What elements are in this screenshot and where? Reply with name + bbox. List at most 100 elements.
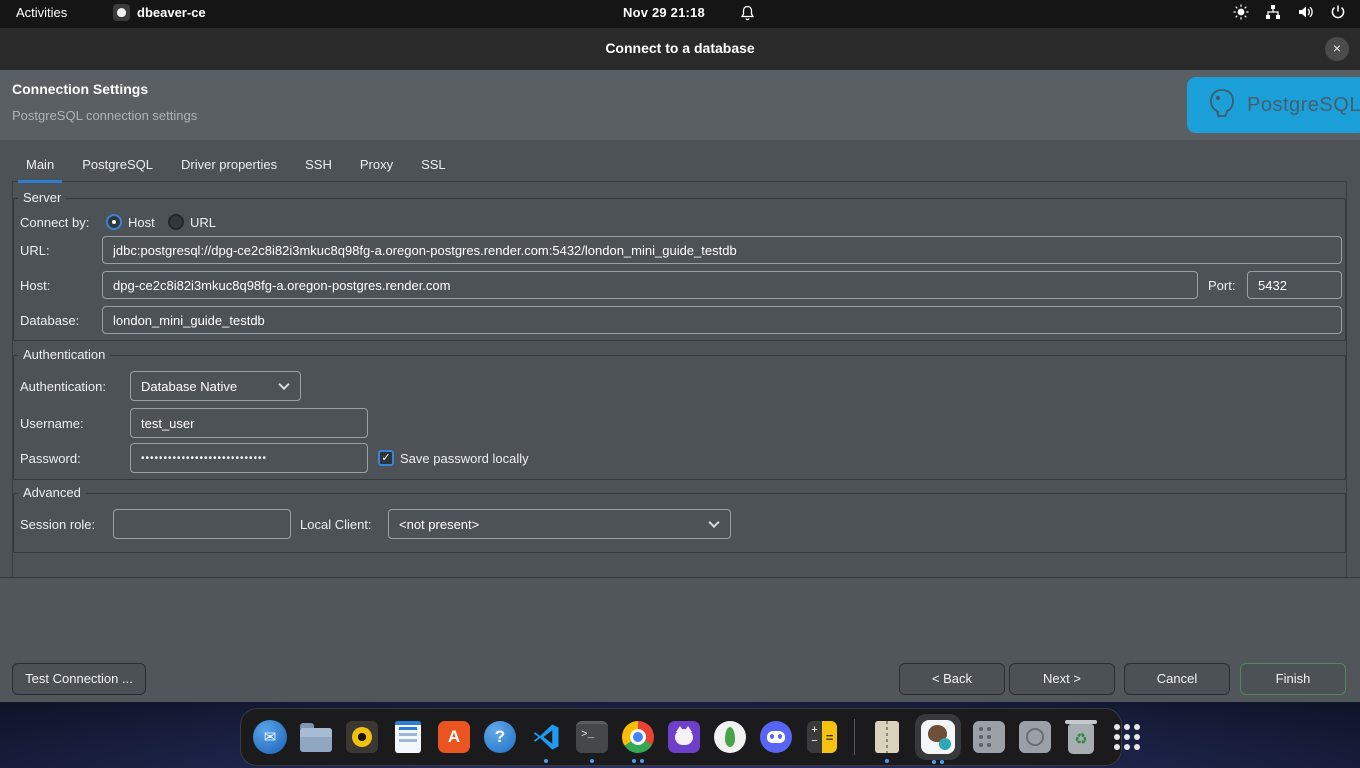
network-icon — [1265, 4, 1281, 20]
rhythmbox-icon — [346, 721, 378, 753]
dock-separator — [854, 719, 855, 755]
power-icon — [1330, 4, 1346, 20]
cancel-button[interactable]: Cancel — [1124, 663, 1230, 695]
postgresql-elephant-icon — [1205, 86, 1239, 125]
dock-item-trash[interactable]: ♻ — [1063, 719, 1099, 755]
dock-item-files[interactable] — [298, 719, 334, 755]
terminal-icon: >_ — [576, 721, 608, 753]
dock-item-ubuntu-software[interactable]: A — [436, 719, 472, 755]
password-input[interactable] — [130, 443, 368, 473]
postgresql-logo: PostgreSQL — [1187, 77, 1360, 133]
authentication-dropdown[interactable]: Database Native — [130, 371, 301, 401]
chevron-down-icon — [708, 517, 719, 528]
notification-bell-icon — [740, 5, 755, 21]
vscode-icon — [531, 722, 561, 752]
port-label: Port: — [1208, 278, 1235, 293]
url-input[interactable] — [102, 236, 1342, 264]
dock-item-dbeaver[interactable] — [915, 714, 961, 760]
connect-by-label: Connect by: — [20, 215, 89, 230]
chevron-down-icon — [278, 379, 289, 390]
next-button[interactable]: Next > — [1009, 663, 1115, 695]
save-password-checkbox[interactable]: ✓ — [378, 450, 394, 466]
github-icon — [668, 721, 700, 753]
host-label: Host: — [20, 278, 50, 293]
system-tray[interactable] — [1233, 4, 1346, 20]
tab-main[interactable]: Main — [12, 152, 68, 181]
app-grid-icon — [1114, 724, 1140, 750]
dock-item-calculator[interactable]: +−= — [804, 719, 840, 755]
dock-item-rhythmbox[interactable] — [344, 719, 380, 755]
dock-item-chrome[interactable] — [620, 719, 656, 755]
server-group-legend: Server — [18, 190, 66, 205]
radio-url-label[interactable]: URL — [190, 215, 216, 230]
tab-driver-properties[interactable]: Driver properties — [167, 152, 291, 181]
tab-proxy[interactable]: Proxy — [346, 152, 407, 181]
back-button[interactable]: < Back — [899, 663, 1005, 695]
dialog-title: Connect to a database — [0, 40, 1360, 56]
finish-button[interactable]: Finish — [1240, 663, 1346, 695]
calculator-icon: +−= — [807, 721, 837, 753]
dock-item-list-app[interactable] — [971, 719, 1007, 755]
tab-ssh[interactable]: SSH — [291, 152, 346, 181]
mongodb-icon — [714, 721, 746, 753]
session-role-label: Session role: — [20, 517, 95, 532]
help-icon: ? — [484, 721, 516, 753]
activities-button[interactable]: Activities — [16, 5, 67, 20]
local-client-dropdown[interactable]: <not present> — [388, 509, 731, 539]
dock-item-app-grid[interactable] — [1109, 719, 1145, 755]
test-connection-button[interactable]: Test Connection ... — [12, 663, 146, 695]
username-input[interactable] — [130, 408, 368, 438]
dialog-titlebar: Connect to a database × — [0, 28, 1360, 70]
wizard-header: Connection Settings PostgreSQL connectio… — [0, 70, 1360, 140]
archive-icon — [875, 721, 899, 753]
files-icon — [300, 728, 332, 752]
screen: Activities dbeaver-ce Nov 29 21:18 Conne… — [0, 0, 1360, 768]
database-input[interactable] — [102, 306, 1342, 334]
close-button[interactable]: × — [1325, 37, 1349, 61]
system-top-bar: Activities dbeaver-ce Nov 29 21:18 — [0, 0, 1360, 28]
save-password-label[interactable]: Save password locally — [400, 451, 529, 466]
username-label: Username: — [20, 416, 84, 431]
radio-host[interactable] — [106, 214, 122, 230]
local-client-value: <not present> — [399, 517, 479, 532]
authentication-value: Database Native — [141, 379, 237, 394]
dock-item-thunderbird[interactable]: ✉ — [252, 719, 288, 755]
dock-item-disks[interactable] — [1017, 719, 1053, 755]
thunderbird-icon: ✉ — [253, 720, 287, 754]
trash-icon: ♻ — [1068, 724, 1094, 754]
host-input[interactable] — [102, 271, 1198, 299]
database-label: Database: — [20, 313, 79, 328]
dock-item-terminal[interactable]: >_ — [574, 719, 610, 755]
list-app-icon — [973, 721, 1005, 753]
password-label: Password: — [20, 451, 81, 466]
tab-bar: Main PostgreSQL Driver properties SSH Pr… — [12, 152, 1347, 182]
authentication-group-legend: Authentication — [18, 347, 110, 362]
desktop-background: ✉ A ? >_ +−= ♻ — [0, 702, 1360, 768]
dock-item-mongodb[interactable] — [712, 719, 748, 755]
dock-item-help[interactable]: ? — [482, 719, 518, 755]
dock-item-libreoffice-writer[interactable] — [390, 719, 426, 755]
brightness-icon — [1233, 4, 1249, 20]
radio-host-label[interactable]: Host — [128, 215, 155, 230]
app-menu-label: dbeaver-ce — [137, 5, 206, 20]
radio-url[interactable] — [168, 214, 184, 230]
authentication-label: Authentication: — [20, 379, 106, 394]
port-input[interactable] — [1247, 271, 1342, 299]
advanced-group-legend: Advanced — [18, 485, 86, 500]
session-role-input[interactable] — [113, 509, 291, 539]
tab-postgresql[interactable]: PostgreSQL — [68, 152, 167, 181]
dock-item-archive-manager[interactable] — [869, 719, 905, 755]
dock: ✉ A ? >_ +−= ♻ — [240, 708, 1122, 766]
dock-item-github-desktop[interactable] — [666, 719, 702, 755]
url-label: URL: — [20, 243, 50, 258]
chrome-icon — [622, 721, 654, 753]
disks-icon — [1019, 721, 1051, 753]
app-menu[interactable]: dbeaver-ce — [113, 4, 206, 21]
clock-label[interactable]: Nov 29 21:18 — [623, 5, 705, 20]
dock-item-discord[interactable] — [758, 719, 794, 755]
dock-item-vscode[interactable] — [528, 719, 564, 755]
local-client-label: Local Client: — [300, 517, 372, 532]
postgresql-logo-text: PostgreSQL — [1247, 94, 1360, 117]
tab-ssl[interactable]: SSL — [407, 152, 460, 181]
page-title: Connection Settings — [12, 81, 148, 97]
